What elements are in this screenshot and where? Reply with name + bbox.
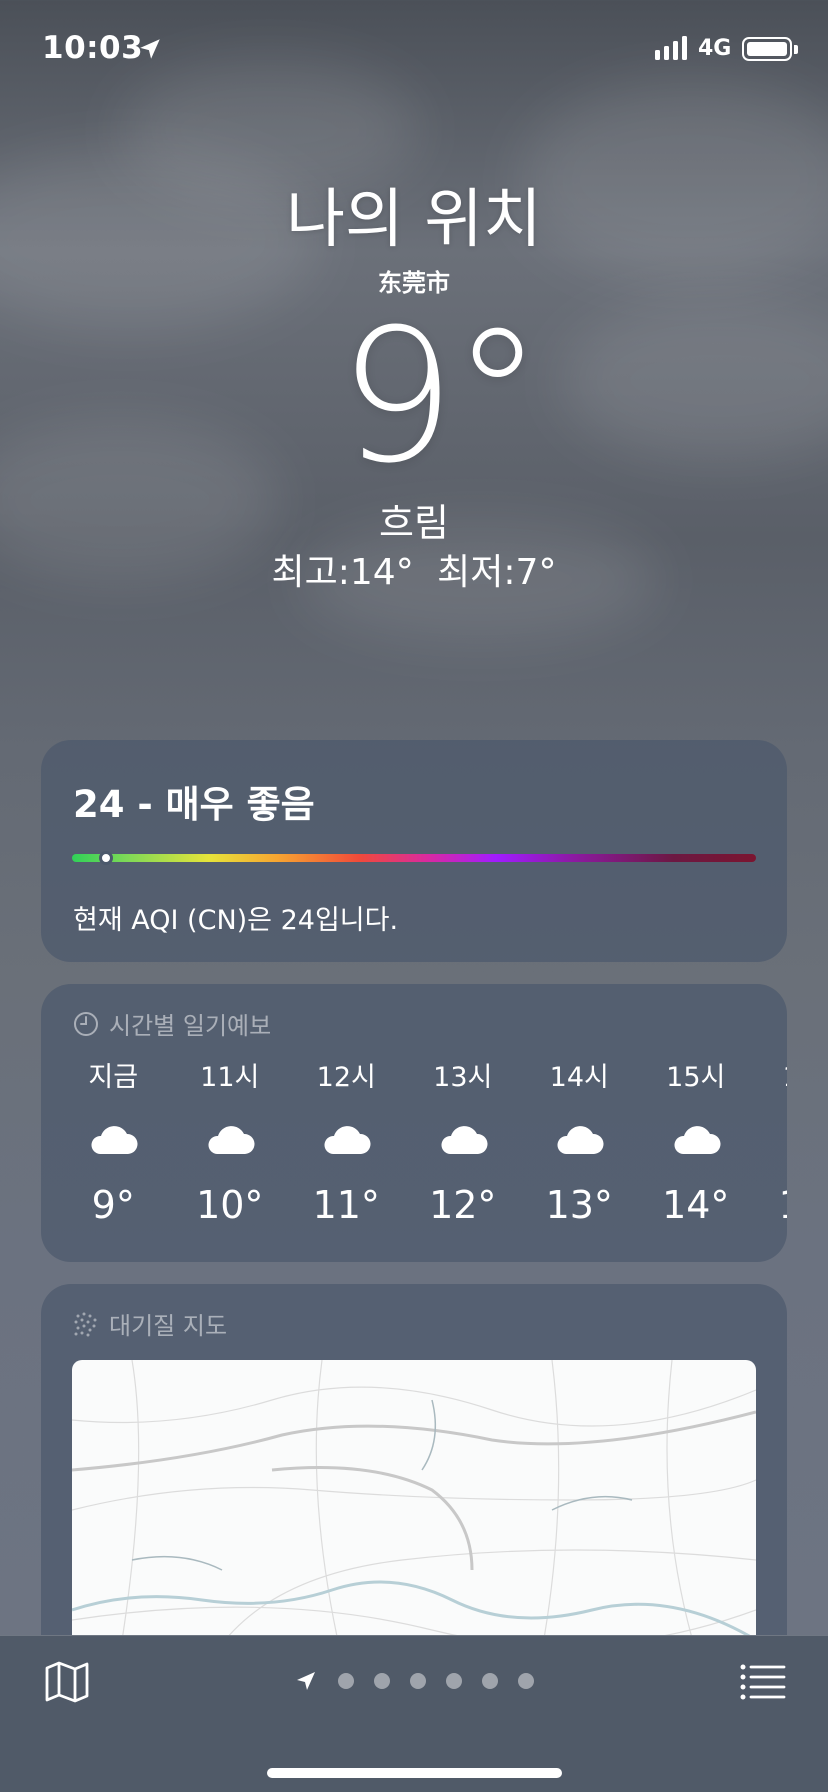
hour-label: 12시: [316, 1062, 376, 1093]
cloud-icon: [670, 1120, 722, 1156]
hour-temperature: 14°: [754, 1182, 787, 1228]
hour-label: 16시: [754, 1058, 787, 1098]
network-type: 4G: [698, 36, 732, 61]
aqi-headline: 24 - 매우 좋음: [73, 783, 315, 826]
map-section-title: 대기질 지도: [109, 1312, 228, 1340]
hour-label: 14시: [549, 1062, 609, 1093]
hour-temperature: 12°: [429, 1183, 497, 1227]
clock-icon: [74, 1011, 98, 1036]
hour-temperature: 9°: [91, 1183, 135, 1227]
cloud-icon: [87, 1120, 139, 1156]
status-time: 10:03: [42, 30, 144, 66]
air-quality-card[interactable]: 24 - 매우 좋음 현재 AQI (CN)은 24입니다.: [41, 740, 787, 962]
page-dot[interactable]: [410, 1673, 426, 1689]
page-dot[interactable]: [338, 1673, 354, 1689]
hour-forecast-item: 12시 11°: [288, 1058, 405, 1228]
aqi-indicator-dot: [99, 851, 114, 865]
map-section-header: 대기질 지도: [73, 1306, 227, 1341]
current-location-arrow-icon: [297, 1672, 315, 1690]
current-temperature: 9°: [338, 290, 543, 504]
weather-header: 나의 위치 东莞市 9° 흐림 최고:14° 최저:7°: [0, 180, 828, 596]
cloud-icon: [204, 1120, 256, 1156]
dotted-grid-icon: [74, 1312, 97, 1336]
home-indicator: [267, 1768, 562, 1778]
hourly-section-title: 시간별 일기예보: [109, 1012, 272, 1040]
battery-icon: [742, 37, 792, 61]
hour-label: 11시: [200, 1062, 260, 1093]
hour-forecast-item: 15시 14°: [638, 1058, 755, 1228]
hourly-scroll-row[interactable]: 지금 9° 11시 10° 12시 11° 13시 12° 14시 13° 15시 14° 16시 14°: [55, 1058, 787, 1228]
hour-forecast-item: 13시 12°: [405, 1058, 522, 1228]
aqi-description: 현재 AQI (CN)은 24입니다.: [73, 905, 399, 936]
hour-temperature: 11°: [312, 1183, 380, 1227]
hour-forecast-item: 16시 14°: [754, 1058, 787, 1228]
signal-icon: [655, 36, 687, 60]
location-arrow-icon: [140, 39, 160, 59]
hour-temperature: 13°: [545, 1183, 613, 1227]
status-bar: 10:03 4G: [0, 0, 828, 100]
hour-label: 13시: [433, 1062, 493, 1093]
hourly-section-header: 시간별 일기예보: [73, 1006, 271, 1041]
cloud-icon: [320, 1120, 372, 1156]
hour-forecast-item: 11시 10°: [172, 1058, 289, 1228]
high-temp: 최고:14°: [271, 552, 414, 593]
map-icon[interactable]: [44, 1660, 90, 1704]
list-icon[interactable]: [740, 1664, 786, 1700]
high-low-temps: 최고:14° 최저:7°: [0, 550, 828, 596]
hour-temperature: 14°: [662, 1183, 730, 1227]
page-dot[interactable]: [374, 1673, 390, 1689]
hour-forecast-item: 지금 9°: [55, 1058, 172, 1228]
hour-temperature: 10°: [196, 1183, 264, 1227]
hourly-forecast-card[interactable]: 시간별 일기예보 지금 9° 11시 10° 12시 11° 13시 12° 14시 13° 15시…: [41, 984, 787, 1262]
battery-nub: [794, 45, 798, 54]
location-title: 나의 위치: [286, 183, 542, 257]
cloud-icon: [553, 1120, 605, 1156]
page-indicator[interactable]: [294, 1669, 534, 1693]
page-dot[interactable]: [446, 1673, 462, 1689]
page-dot[interactable]: [482, 1673, 498, 1689]
weather-condition: 흐림: [379, 501, 449, 545]
aqi-scale-bar: [72, 854, 756, 862]
hour-label: 지금: [88, 1062, 139, 1093]
cloud-icon: [437, 1120, 489, 1156]
hour-forecast-item: 14시 13°: [521, 1058, 638, 1228]
page-dot[interactable]: [518, 1673, 534, 1689]
cloud-icon: [786, 1120, 787, 1156]
bottom-toolbar: [0, 1635, 828, 1792]
hour-label: 15시: [666, 1062, 726, 1093]
low-temp: 최저:7°: [437, 552, 557, 593]
